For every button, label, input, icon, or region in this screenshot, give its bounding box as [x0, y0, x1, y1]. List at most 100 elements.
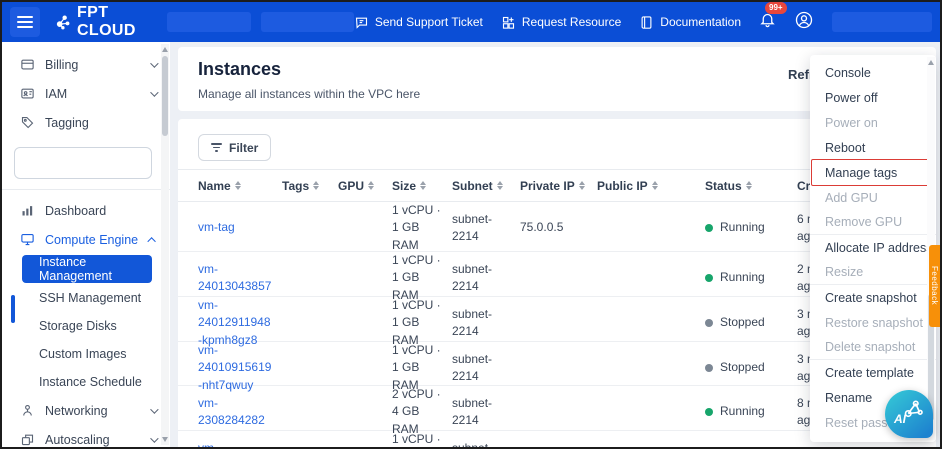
sort-icon[interactable]	[313, 181, 319, 190]
running-dot-icon	[705, 408, 713, 416]
instance-management-label: Instance Management	[39, 255, 152, 283]
menu-item-manage-tags[interactable]: Manage tags	[810, 160, 936, 185]
scroll-down-icon[interactable]	[162, 437, 168, 442]
compute-engine-label: Compute Engine	[45, 233, 138, 247]
sort-icon[interactable]	[235, 181, 241, 190]
subnet-cell: subnet-2214	[452, 440, 520, 449]
menu-item-create-snapshot[interactable]: Create snapshot	[810, 285, 936, 310]
hamburger-menu-icon[interactable]	[10, 7, 40, 37]
billing-icon	[20, 57, 35, 72]
sidebar-item-ssh-management[interactable]: SSH Management	[2, 284, 170, 311]
top-navbar-right: Send Support Ticket Request Resource Doc…	[354, 10, 932, 35]
column-header-public-ip[interactable]: Public IP	[597, 179, 705, 193]
documentation-link[interactable]: Documentation	[639, 15, 741, 30]
status-badge: Stopped	[705, 359, 797, 376]
sidebar-divider	[2, 189, 170, 190]
column-header-status[interactable]: Status	[705, 179, 797, 193]
column-header-name[interactable]: Name	[198, 179, 282, 193]
request-resource-label: Request Resource	[522, 15, 621, 29]
send-support-ticket-link[interactable]: Send Support Ticket	[354, 15, 483, 30]
instance-actions-context-menu: Console Power off Power on Reboot Manage…	[810, 55, 936, 442]
documentation-icon	[639, 15, 654, 30]
stopped-dot-icon	[705, 364, 713, 372]
fpt-cloud-logo: FPT CLOUD	[54, 4, 151, 40]
sidebar-item-compute-engine[interactable]: Compute Engine	[2, 225, 170, 254]
ai-assistant-button[interactable]: AI	[885, 390, 933, 438]
size-cell: 1 vCPU · 1 GB RAM	[392, 431, 452, 449]
menu-item-power-on: Power on	[810, 110, 936, 135]
sort-icon[interactable]	[420, 181, 426, 190]
menu-item-allocate-ip-address[interactable]: Allocate IP address	[810, 235, 936, 260]
filter-button[interactable]: Filter	[198, 134, 271, 161]
instance-name-link[interactable]: vm-24010915619-nht7qwuy	[198, 342, 282, 394]
menu-item-create-template[interactable]: Create template	[810, 360, 936, 385]
iam-icon	[20, 86, 35, 101]
notification-badge: 99+	[765, 2, 787, 14]
networking-icon	[20, 403, 35, 418]
scroll-up-icon[interactable]	[928, 60, 934, 65]
sidebar-item-instance-schedule[interactable]: Instance Schedule	[2, 368, 170, 395]
sidebar-item-iam[interactable]: IAM	[2, 79, 170, 108]
running-dot-icon	[705, 224, 713, 232]
chevron-down-icon	[150, 405, 158, 413]
sidebar-scrollbar[interactable]	[161, 44, 169, 445]
sidebar-item-tagging[interactable]: Tagging	[2, 108, 170, 137]
page-subtitle: Manage all instances within the VPC here	[198, 87, 420, 101]
instance-name-link[interactable]: vm-23021442512	[198, 440, 282, 449]
documentation-label: Documentation	[660, 15, 741, 29]
project-selector-redacted[interactable]	[14, 147, 152, 179]
app-window: FPT CLOUD Send Support Ticket Request Re…	[0, 0, 942, 449]
feedback-tab[interactable]: Feedback	[929, 245, 940, 327]
column-header-gpu[interactable]: GPU	[338, 179, 392, 193]
menu-item-power-off[interactable]: Power off	[810, 85, 936, 110]
instance-schedule-label: Instance Schedule	[39, 375, 142, 389]
account-name-redacted	[832, 12, 932, 32]
request-resource-link[interactable]: Request Resource	[501, 15, 621, 30]
tag-icon	[20, 115, 35, 130]
subnet-cell: subnet-2214	[452, 211, 520, 246]
sort-icon[interactable]	[746, 181, 752, 190]
sort-icon[interactable]	[579, 181, 585, 190]
sidebar-item-instance-management[interactable]: Instance Management	[22, 255, 152, 283]
column-header-size[interactable]: Size	[392, 179, 452, 193]
menu-item-add-gpu: Add GPU	[810, 185, 936, 210]
dashboard-icon	[20, 203, 35, 218]
status-badge: Running	[705, 403, 797, 420]
sidebar-item-autoscaling[interactable]: Autoscaling	[2, 425, 170, 449]
notifications-button[interactable]: 99+	[759, 11, 776, 33]
sidebar: Billing IAM Tagging Dashboard	[2, 42, 170, 447]
instance-name-link[interactable]: vm-2308284282	[198, 395, 282, 430]
sidebar-item-storage-disks[interactable]: Storage Disks	[2, 312, 170, 339]
sort-icon[interactable]	[497, 181, 503, 190]
autoscaling-label: Autoscaling	[45, 433, 110, 447]
sidebar-item-networking[interactable]: Networking	[2, 396, 170, 425]
sort-icon[interactable]	[652, 181, 658, 190]
menu-item-console[interactable]: Console	[810, 60, 936, 85]
status-badge: Stopped	[705, 314, 797, 331]
sidebar-item-custom-images[interactable]: Custom Images	[2, 340, 170, 367]
column-header-tags[interactable]: Tags	[282, 179, 338, 193]
chevron-down-icon	[150, 88, 158, 96]
user-account-button[interactable]	[794, 10, 814, 35]
menu-item-restore-snapshot: Restore snapshot	[810, 310, 936, 335]
compute-engine-icon	[20, 232, 35, 247]
chevron-down-icon	[150, 434, 158, 442]
ssh-management-label: SSH Management	[39, 291, 141, 305]
instance-name-link[interactable]: vm-24013043857	[198, 261, 282, 296]
request-resource-icon	[501, 15, 516, 30]
status-badge: Running	[705, 269, 797, 286]
scrollbar-thumb[interactable]	[162, 56, 168, 136]
user-avatar-icon	[794, 10, 814, 30]
region-selector-redacted[interactable]	[167, 12, 251, 32]
instance-name-link[interactable]: vm-tag	[198, 219, 282, 236]
ai-label: AI	[894, 412, 906, 426]
column-header-subnet[interactable]: Subnet	[452, 179, 520, 193]
column-header-private-ip[interactable]: Private IP	[520, 179, 597, 193]
sidebar-item-dashboard[interactable]: Dashboard	[2, 196, 170, 225]
sort-icon[interactable]	[368, 181, 374, 190]
sidebar-item-billing[interactable]: Billing	[2, 50, 170, 79]
vpc-selector-redacted[interactable]	[261, 12, 354, 32]
menu-item-reboot[interactable]: Reboot	[810, 135, 936, 160]
running-dot-icon	[705, 274, 713, 282]
scroll-up-icon[interactable]	[162, 47, 168, 52]
